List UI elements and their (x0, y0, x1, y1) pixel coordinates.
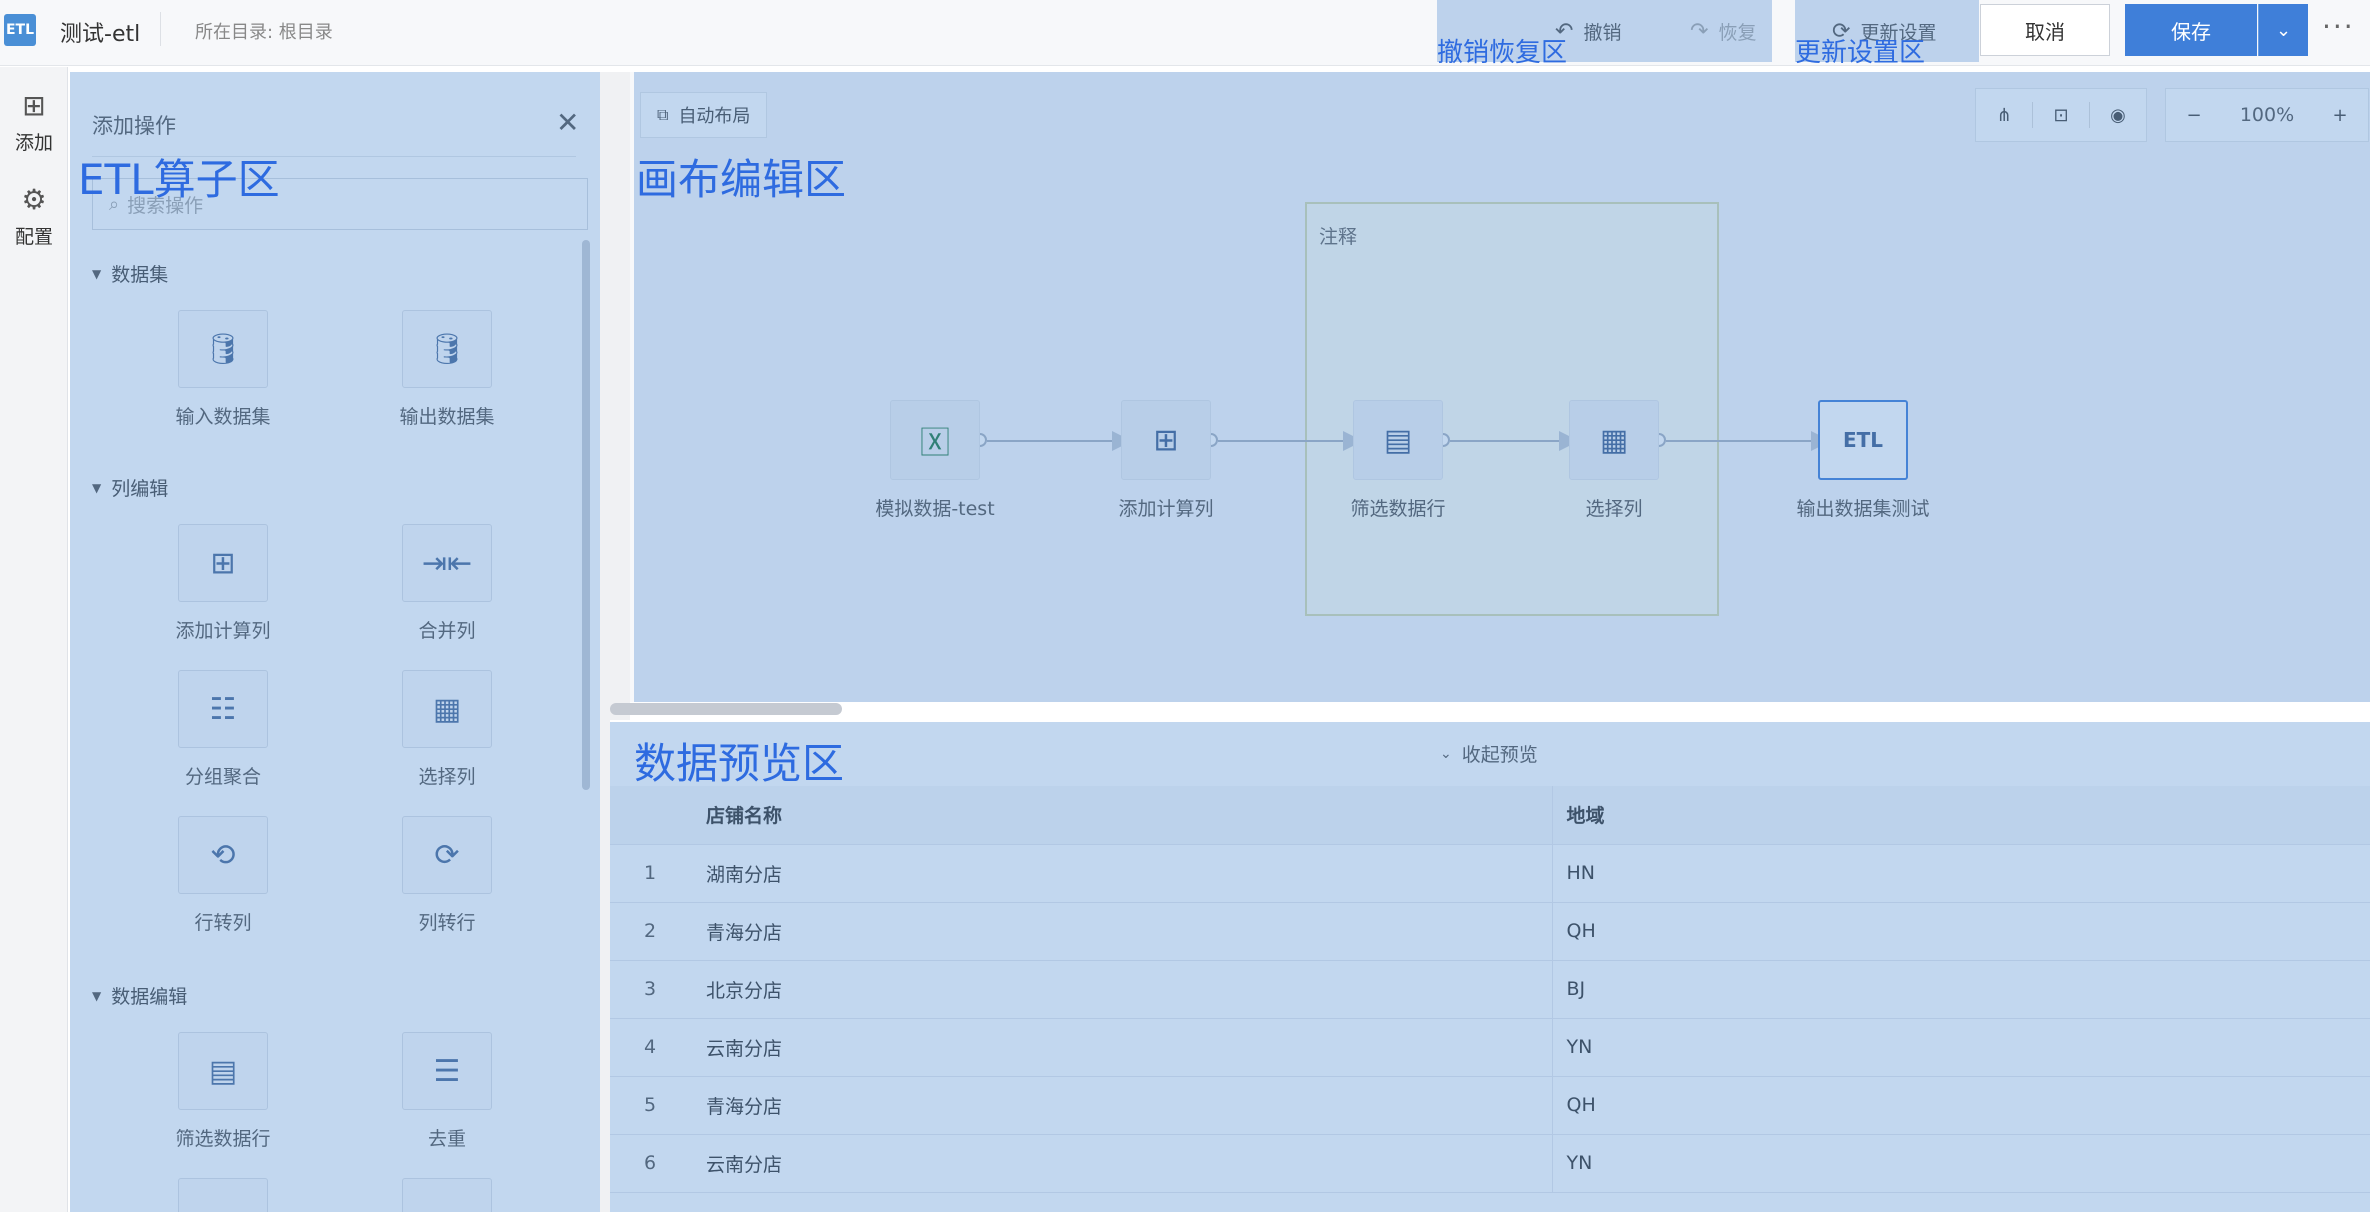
gear-icon: ⚙ (21, 183, 47, 216)
settings-zone-label: 更新设置区 (1795, 38, 1926, 68)
preview-zone-label: 数据预览区 (634, 739, 845, 788)
directory-label: 所在目录: 根目录 (195, 22, 333, 43)
save-dropdown-button[interactable]: ⌄ (2258, 4, 2308, 56)
cancel-button[interactable]: 取消 (1980, 4, 2110, 56)
title-divider (160, 12, 161, 46)
top-bar: ETL 测试-etl 所在目录: 根目录 ↶ 撤销 ↷ 恢复 ⟳ 更新设置 取消… (0, 0, 2370, 66)
add-square-icon: ⊞ (22, 89, 46, 122)
rail-add-label: 添加 (14, 132, 53, 154)
rail-config-label: 配置 (14, 226, 53, 248)
preview-zone-overlay (610, 722, 2370, 1212)
etl-logo: ETL (4, 14, 36, 46)
canvas-horizontal-scrollbar[interactable] (610, 703, 842, 715)
undo-zone-label: 撤销恢复区 (1437, 38, 1568, 68)
left-rail: ⊞ 添加 ⚙ 配置 (0, 67, 68, 1212)
canvas-zone-label: 画布编辑区 (636, 155, 847, 204)
canvas-zone-overlay (634, 72, 2370, 702)
etl-zone-overlay (70, 72, 600, 1212)
rail-config[interactable]: ⚙ 配置 (0, 183, 68, 249)
chevron-down-icon: ⌄ (2275, 19, 2292, 41)
rail-add[interactable]: ⊞ 添加 (0, 89, 68, 155)
app-title: 测试-etl (60, 22, 141, 47)
etl-zone-label: ETL算子区 (78, 155, 280, 204)
more-icon[interactable]: ··· (2322, 10, 2355, 43)
save-button[interactable]: 保存 (2125, 4, 2257, 56)
